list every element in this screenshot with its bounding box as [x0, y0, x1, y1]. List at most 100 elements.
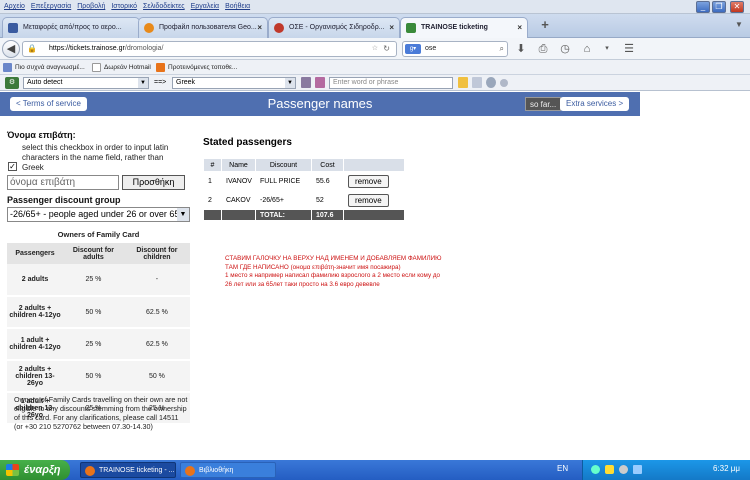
menu-history[interactable]: Ιστορικό	[111, 1, 137, 13]
tab-profile[interactable]: Профайл пользователя Geo... ×	[138, 17, 268, 38]
home-icon[interactable]: ⌂	[580, 42, 594, 56]
settings-icon[interactable]	[486, 77, 496, 88]
search-input[interactable]: g▾ ose ⌕	[402, 41, 508, 57]
menu-tools[interactable]: Εργαλεία	[191, 1, 219, 13]
note-line: 26 лет или за 65лет тaки просто на 3.6 е…	[225, 280, 380, 288]
close-tab-icon[interactable]: ×	[517, 18, 522, 37]
search-value: ose	[425, 45, 437, 52]
remove-passenger-button[interactable]: remove	[348, 193, 389, 207]
help-icon[interactable]	[500, 79, 508, 87]
menu-bookmarks[interactable]: Σελιδοδείκτες	[143, 1, 185, 13]
site-favicon-icon	[8, 23, 18, 33]
search-icon[interactable]: ⌕	[500, 42, 504, 56]
back-button[interactable]: ◀	[2, 40, 20, 58]
phrase-placeholder: Enter word or phrase	[333, 79, 399, 86]
table-row: 2 adults + children 4-12yo 50 % 62.5 %	[7, 296, 190, 329]
tray-icon[interactable]	[591, 465, 600, 474]
close-tab-icon[interactable]: ×	[257, 18, 262, 37]
passenger-name-heading: Όνομα επιβάτη:	[7, 130, 76, 140]
so-far-button[interactable]: so far...	[525, 97, 562, 111]
table-row: 1 IVANOV FULL PRICE 55.6 remove	[203, 171, 405, 191]
bookmark-most-visited[interactable]: Πιο συχνά αναγνωσμέ...	[3, 62, 85, 73]
phrase-input[interactable]: Enter word or phrase	[329, 77, 453, 89]
task-label: Βιβλιοθήκη	[199, 467, 234, 474]
menu-help[interactable]: Βοήθεια	[225, 1, 250, 13]
print-icon[interactable]: ⎙	[536, 42, 550, 56]
family-card-note: Owners of Family Cards travelling on the…	[14, 395, 188, 431]
close-window-button[interactable]: ✕	[730, 1, 744, 13]
menu-view[interactable]: Προβολή	[77, 1, 105, 13]
passenger-name-input[interactable]: όνομα επιβάτη	[7, 175, 119, 190]
history-icon[interactable]: ◷	[558, 42, 572, 56]
task-label: TRAINOSE ticketing - ...	[99, 467, 175, 474]
discount-group-select[interactable]: -26/65+ - people aged under 26 or over 6…	[7, 207, 190, 222]
table-row: 2 CAKOV -26/65+ 52 remove	[203, 190, 405, 210]
column-header: Cost	[311, 158, 344, 172]
discount-group-heading: Passenger discount group	[7, 195, 121, 205]
remove-passenger-button[interactable]: remove	[348, 174, 389, 188]
add-passenger-button[interactable]: Προσθήκη	[122, 175, 185, 190]
translator-logo-icon[interactable]: ⚙	[5, 77, 19, 89]
bookmark-label: Προτεινόμενες τοποθε...	[168, 64, 238, 71]
bookmark-hotmail[interactable]: Δωρεάν Hotmail	[92, 62, 151, 73]
tab-list-icon[interactable]: ▼	[732, 18, 746, 32]
google-icon[interactable]: g▾	[405, 44, 421, 54]
chevron-down-icon: ▼	[285, 78, 295, 88]
dictionary-icon[interactable]	[315, 77, 325, 88]
bookmark-star-icon[interactable]: ☆	[372, 42, 378, 56]
passengers-cell: 1 adult + children 4-12yo	[7, 328, 63, 361]
passengers-cell: 2 adults + children 4-12yo	[7, 296, 63, 329]
start-button[interactable]: έναρξη	[0, 460, 70, 480]
tab-airport[interactable]: Μεταφορές από/προς το αερο...	[2, 17, 140, 38]
feed-icon	[156, 63, 165, 72]
lookup-icon[interactable]	[458, 77, 468, 88]
menu-icon[interactable]: ☰	[622, 42, 636, 56]
bookmark-suggested[interactable]: Προτεινόμενες τοποθε...	[156, 62, 237, 73]
reload-icon[interactable]: ↻	[383, 42, 390, 56]
firefox-icon	[185, 466, 195, 476]
adult-discount-cell: 50 %	[63, 360, 124, 393]
taskbar-library[interactable]: Βιβλιοθήκη	[180, 462, 276, 478]
extra-services-button[interactable]: Extra services >	[560, 97, 630, 111]
url-bar[interactable]: 🔒 https://tickets.trainose.gr/dromologia…	[22, 41, 397, 57]
firefox-icon	[85, 466, 95, 476]
network-icon[interactable]	[633, 465, 642, 474]
url-host: https://tickets.trainose.gr	[49, 45, 125, 52]
maximize-button[interactable]: ❐	[712, 1, 726, 13]
child-discount-cell: -	[123, 264, 190, 297]
taskbar-firefox[interactable]: TRAINOSE ticketing - ...	[80, 462, 176, 478]
clipboard-icon[interactable]	[472, 77, 482, 88]
menu-file[interactable]: Αρχείο	[4, 1, 25, 13]
volume-icon[interactable]	[619, 465, 628, 474]
terms-of-service-button[interactable]: < Terms of service	[10, 97, 87, 111]
minimize-button[interactable]: _	[696, 1, 710, 13]
note-line: СТАВИМ ГАЛОЧКУ НА ВЕРХУ НАД ИМЕНЕМ И ДОБ…	[225, 255, 442, 262]
table-row: 1 adult + children 4-12yo 25 % 62.5 %	[7, 328, 190, 361]
passenger-name: IVANOV	[221, 171, 256, 191]
source-language-select[interactable]: Auto detect ▼	[23, 77, 149, 89]
target-language-select[interactable]: Greek ▼	[172, 77, 296, 89]
tab-bar: Μεταφορές από/προς το αερο... Профайл по…	[0, 14, 750, 39]
translate-icon[interactable]	[301, 77, 311, 88]
clock[interactable]: 6:32 μμ	[713, 464, 740, 473]
dropdown-icon[interactable]: ▾	[600, 42, 614, 56]
new-tab-icon[interactable]: +	[538, 18, 552, 32]
tab-trainose[interactable]: TRAINOSE ticketing ×	[400, 17, 528, 39]
passenger-number: 1	[203, 171, 222, 191]
tab-ose[interactable]: ΟΣΕ - Οργανισμός Σιδηροδρ... ×	[268, 17, 400, 38]
navigation-bar: ◀ 🔒 https://tickets.trainose.gr/dromolog…	[0, 38, 750, 60]
tab-label: TRAINOSE ticketing	[421, 24, 488, 31]
chevron-down-icon: ▼	[177, 208, 189, 221]
close-tab-icon[interactable]: ×	[389, 18, 394, 37]
language-indicator[interactable]: EN	[557, 464, 568, 473]
column-header: Passengers	[7, 242, 63, 264]
source-language-value: Auto detect	[27, 79, 63, 86]
column-header: Discount	[255, 158, 312, 172]
download-icon[interactable]: ⬇	[514, 42, 528, 56]
passenger-discount: FULL PRICE	[255, 171, 312, 191]
latin-characters-checkbox[interactable]: ✓	[8, 162, 17, 171]
system-tray: EN 6:32 μμ	[557, 460, 750, 480]
passenger-number: 2	[203, 190, 222, 210]
menu-edit[interactable]: Επεξεργασία	[31, 1, 71, 13]
tray-icon[interactable]	[605, 465, 614, 474]
